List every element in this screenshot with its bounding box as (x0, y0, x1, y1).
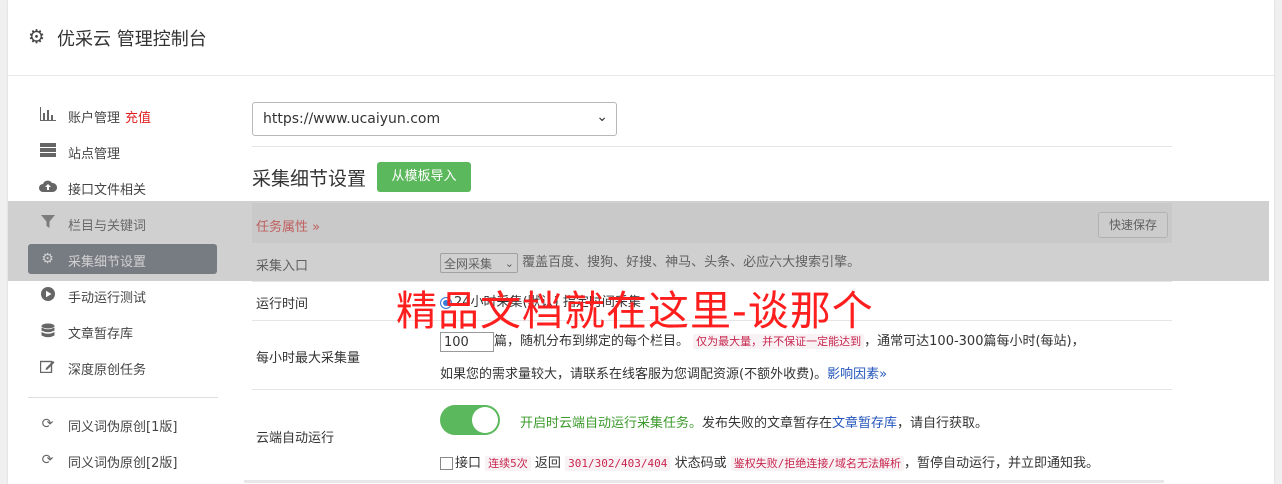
refresh-icon: ⟳ (41, 416, 54, 432)
server-icon (39, 143, 56, 159)
edit-icon (39, 359, 56, 375)
page-title: 优采云 管理控制台 (57, 29, 207, 50)
cloud-run-toggle[interactable] (440, 405, 500, 435)
factors-link[interactable]: 影响因素» (827, 367, 887, 382)
bar-chart-icon (39, 107, 56, 123)
site-select[interactable]: https://www.ucaiyun.com ⌄ (252, 102, 617, 136)
toggle-knob (472, 407, 498, 433)
sidebar-item-account[interactable]: 账户管理 充值 (28, 100, 217, 130)
sidebar-divider (28, 397, 218, 398)
row-label: 运行时间 (256, 297, 309, 312)
sidebar-item-label: 同义词伪原创[2版] (68, 456, 178, 471)
sidebar-item-label: 站点管理 (68, 147, 121, 162)
gear-icon: ⚙ (28, 26, 46, 48)
cloud-run-note: 开启时云端自动运行采集任务。 (520, 416, 703, 431)
divider (252, 146, 1172, 147)
recharge-link[interactable]: 充值 (125, 111, 151, 126)
article-store-link[interactable]: 文章暂存库 (832, 416, 897, 431)
sidebar-item-label: 账户管理 (68, 111, 121, 126)
sidebar-item-article-store[interactable]: 文章暂存库 (28, 316, 217, 346)
watermark-text: 精品文档就在这里-谈那个 (396, 287, 874, 335)
chevron-down-icon: ⌄ (596, 109, 608, 125)
row-cloud-run: 云端自动运行 开启时云端自动运行采集任务。发布失败的文章暂存在文章暂存库，请自行… (256, 416, 1099, 471)
play-circle-icon (39, 287, 56, 303)
pause-checkbox[interactable] (440, 457, 453, 470)
section-title: 采集细节设置 (252, 168, 367, 190)
sidebar-item-deep-original[interactable]: 深度原创任务 (28, 352, 217, 382)
sidebar-item-label: 同义词伪原创[1版] (68, 420, 178, 435)
database-icon (39, 323, 56, 339)
sidebar-item-interface[interactable]: 接口文件相关 (28, 172, 217, 202)
sidebar-item-synonym-v2[interactable]: ⟳ 同义词伪原创[2版] (28, 445, 217, 475)
refresh-icon: ⟳ (41, 452, 54, 468)
sidebar-item-label: 文章暂存库 (68, 327, 134, 342)
cloud-upload-icon (39, 179, 58, 195)
top-header: ⚙ 优采云 管理控制台 (8, 0, 1274, 76)
sidebar-item-manual-run[interactable]: 手动运行测试 (28, 280, 217, 310)
import-template-button[interactable]: 从模板导入 (377, 162, 471, 192)
sidebar-item-label: 接口文件相关 (68, 183, 147, 198)
sidebar-item-label: 手动运行测试 (68, 291, 147, 306)
sidebar-item-label: 深度原创任务 (68, 363, 147, 378)
row-label: 云端自动运行 (256, 431, 335, 446)
sidebar-item-sites[interactable]: 站点管理 (28, 136, 217, 166)
sidebar-item-synonym-v1[interactable]: ⟳ 同义词伪原创[1版] (28, 409, 217, 439)
row-label: 每小时最大采集量 (256, 351, 361, 366)
gray-overlay (8, 201, 1269, 281)
bottom-divider (244, 480, 1164, 483)
